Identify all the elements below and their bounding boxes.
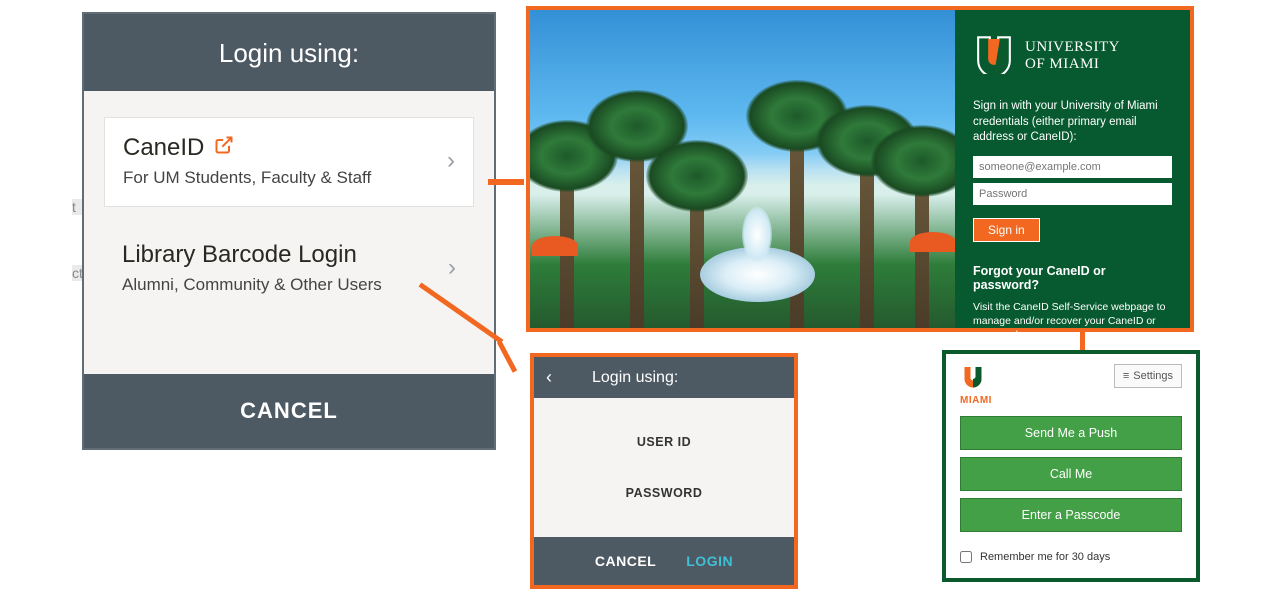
remember-me-label: Remember me for 30 days — [980, 551, 1110, 563]
barcode-footer: CANCEL LOGIN — [534, 537, 794, 585]
sign-in-button[interactable]: Sign in — [973, 218, 1040, 242]
brand-line1: UNIVERSITY — [1025, 39, 1120, 56]
option-caneid[interactable]: CaneID For UM Students, Faculty & Staff … — [104, 117, 474, 207]
send-push-button[interactable]: Send Me a Push — [960, 416, 1182, 450]
modal-body: CaneID For UM Students, Faculty & Staff … — [84, 91, 494, 374]
connector-arrow — [497, 340, 517, 372]
sso-instructions: Sign in with your University of Miami cr… — [973, 99, 1172, 146]
connector-arrow — [488, 179, 524, 185]
brand-line2: OF MIAMI — [1025, 56, 1120, 73]
u-shield-icon — [973, 34, 1015, 77]
enter-passcode-button[interactable]: Enter a Passcode — [960, 498, 1182, 532]
password-field[interactable]: PASSWORD — [534, 472, 794, 514]
campus-photo — [530, 10, 955, 328]
chevron-right-icon: › — [447, 147, 455, 175]
forgot-body-text: Visit the CaneID Self-Service webpage to… — [973, 301, 1165, 341]
hamburger-icon: ≡ — [1123, 370, 1129, 382]
email-field[interactable] — [973, 156, 1172, 178]
duo-top-bar: MIAMI ≡ Settings — [960, 364, 1182, 406]
external-link-icon — [214, 134, 234, 162]
barcode-header: ‹ Login using: — [534, 357, 794, 398]
duo-brand-label: MIAMI — [960, 395, 992, 406]
call-me-button[interactable]: Call Me — [960, 457, 1182, 491]
userid-field[interactable]: USER ID — [534, 421, 794, 463]
option-caneid-subtitle: For UM Students, Faculty & Staff — [123, 168, 371, 188]
um-logo-text: UNIVERSITY OF MIAMI — [1025, 39, 1120, 72]
modal-header: Login using: — [84, 14, 494, 91]
duo-brand: MIAMI — [960, 364, 992, 406]
cancel-button[interactable]: CANCEL — [595, 553, 656, 569]
password-field[interactable] — [973, 183, 1172, 205]
option-caneid-title-text: CaneID — [123, 134, 204, 162]
sso-form: UNIVERSITY OF MIAMI Sign in with your Un… — [955, 10, 1190, 328]
settings-button[interactable]: ≡ Settings — [1114, 364, 1182, 388]
barcode-header-title: Login using: — [582, 369, 782, 387]
u-shield-icon — [960, 364, 986, 393]
remember-me-checkbox[interactable] — [960, 551, 972, 563]
forgot-heading: Forgot your CaneID or password? — [973, 264, 1172, 292]
option-barcode[interactable]: Library Barcode Login Alumni, Community … — [104, 225, 474, 313]
cancel-button[interactable]: CANCEL — [84, 374, 494, 448]
option-caneid-title: CaneID — [123, 134, 371, 162]
option-barcode-subtitle: Alumni, Community & Other Users — [122, 275, 382, 295]
option-barcode-title: Library Barcode Login — [122, 241, 382, 269]
sso-login-panel: UNIVERSITY OF MIAMI Sign in with your Un… — [526, 6, 1194, 332]
settings-label: Settings — [1133, 370, 1173, 382]
forgot-body: Visit the CaneID Self-Service webpage to… — [973, 300, 1172, 357]
login-button[interactable]: LOGIN — [686, 553, 733, 569]
duo-mfa-panel: MIAMI ≡ Settings Send Me a Push Call Me … — [942, 350, 1200, 582]
remember-me-row[interactable]: Remember me for 30 days — [960, 551, 1182, 563]
back-button[interactable]: ‹ — [546, 367, 552, 388]
chevron-right-icon: › — [448, 254, 456, 282]
barcode-body: USER ID PASSWORD — [534, 398, 794, 537]
login-method-modal: Login using: CaneID For UM Students, Fac… — [82, 12, 496, 450]
um-logo: UNIVERSITY OF MIAMI — [973, 34, 1172, 77]
barcode-login-panel: ‹ Login using: USER ID PASSWORD CANCEL L… — [530, 353, 798, 589]
